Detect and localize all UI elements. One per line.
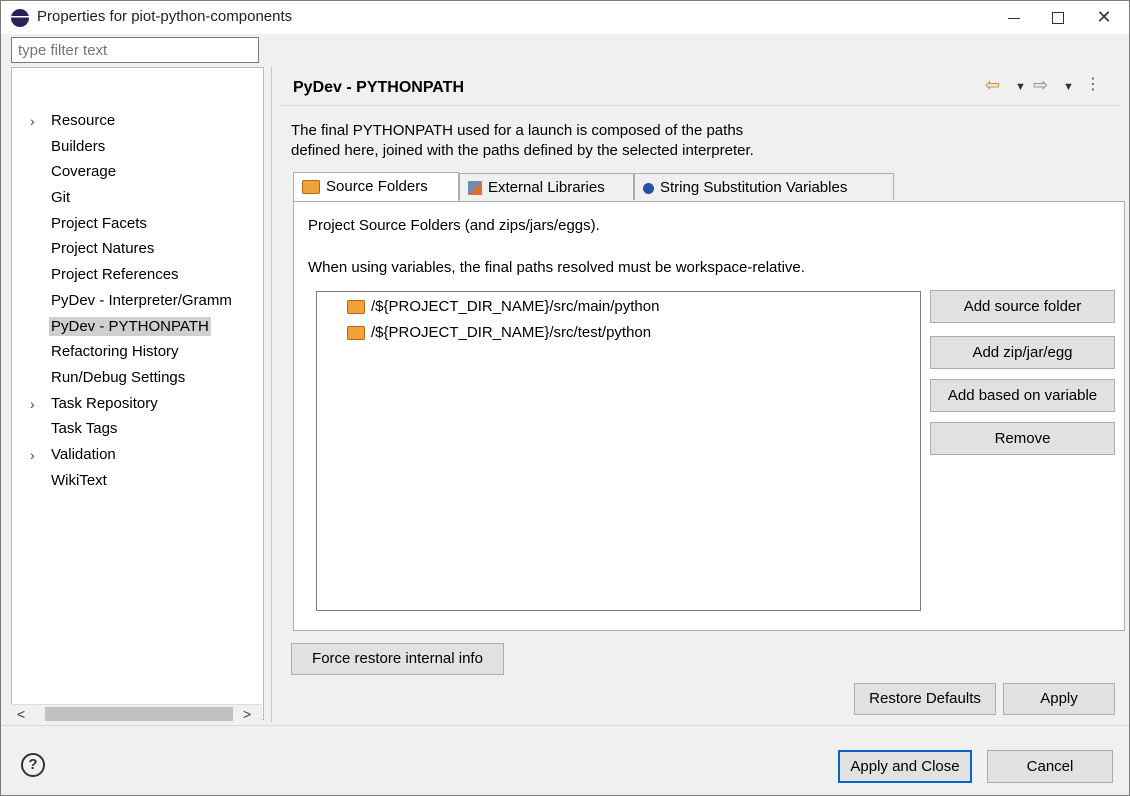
tree-item-label: PyDev - Interpreter/Gramm [51, 291, 232, 309]
tree-horizontal-scrollbar[interactable]: < > [11, 704, 262, 723]
tab-label: Source Folders [326, 178, 428, 195]
tree-item-label: Project References [51, 266, 179, 284]
expand-chevron-icon[interactable]: › [30, 444, 35, 466]
tab-string-substitution-variables[interactable]: String Substitution Variables [634, 173, 894, 200]
title-bar: Properties for piot-python-components ✕ [1, 1, 1129, 34]
tree-item-label: Project Facets [51, 214, 147, 232]
source-folder-path: /${PROJECT_DIR_NAME}/src/main/python [371, 298, 660, 315]
properties-dialog: Properties for piot-python-components ✕ … [0, 0, 1130, 796]
list-item[interactable]: /${PROJECT_DIR_NAME}/src/main/python [347, 296, 659, 318]
tree-item-label: Builders [51, 137, 106, 155]
tree-item-label: Task Repository [51, 394, 158, 412]
header-divider [281, 105, 1121, 106]
tab-label: String Substitution Variables [660, 179, 848, 196]
add-source-folder-button[interactable]: Add source folder [930, 290, 1115, 323]
scroll-right-icon[interactable]: > [243, 705, 251, 723]
tree-item-task-tags[interactable]: Task Tags [12, 418, 263, 444]
window-title: Properties for piot-python-components [37, 8, 293, 25]
close-icon: ✕ [1096, 7, 1112, 27]
force-restore-button[interactable]: Force restore internal info [291, 643, 504, 675]
view-menu-icon[interactable]: ⋮ [1085, 74, 1101, 94]
back-arrow-icon[interactable]: ⇦ [985, 75, 1000, 96]
folder-icon [302, 180, 320, 195]
panel-note: When using variables, the final paths re… [308, 259, 805, 276]
add-zip-jar-egg-button[interactable]: Add zip/jar/egg [930, 336, 1115, 369]
footer-divider [1, 725, 1129, 726]
tree-item-label: WikiText [51, 471, 107, 489]
list-item[interactable]: /${PROJECT_DIR_NAME}/src/test/python [347, 322, 651, 344]
minimize-icon [1008, 18, 1020, 19]
cancel-button[interactable]: Cancel [987, 750, 1113, 783]
close-button[interactable]: ✕ [1081, 1, 1127, 34]
panel-divider[interactable] [271, 67, 272, 722]
restore-defaults-button[interactable]: Restore Defaults [854, 683, 996, 715]
preference-tree: › Resource Builders Coverage Git Project Face… [12, 110, 263, 495]
description-line: defined here, joined with the paths defi… [291, 142, 754, 159]
forward-dropdown-icon[interactable]: ▼ [1063, 81, 1074, 93]
tree-item-validation[interactable]: › Validation [12, 444, 263, 470]
tree-item-run-debug-settings[interactable]: Run/Debug Settings [12, 367, 263, 393]
add-based-on-variable-button[interactable]: Add based on variable [930, 379, 1115, 412]
expand-chevron-icon[interactable]: › [30, 393, 35, 415]
maximize-button[interactable] [1035, 1, 1081, 34]
panel-heading: Project Source Folders (and zips/jars/eg… [308, 217, 600, 234]
tree-item-label: Git [51, 189, 71, 207]
tree-item-label: Resource [51, 112, 116, 129]
page-header: PyDev - PYTHONPATH ⇦ ▼ ⇨ ▼ ⋮ [281, 67, 1121, 103]
tree-item-git[interactable]: Git [12, 187, 263, 213]
page-title: PyDev - PYTHONPATH [293, 79, 464, 96]
eclipse-logo-icon [11, 9, 29, 27]
tree-item-label: Validation [51, 445, 116, 463]
source-folders-panel: Project Source Folders (and zips/jars/eg… [293, 201, 1125, 631]
tree-item-label: Refactoring History [51, 343, 179, 361]
forward-arrow-icon[interactable]: ⇨ [1033, 75, 1048, 96]
expand-chevron-icon[interactable]: › [30, 110, 35, 132]
tree-item-label: Task Tags [51, 420, 118, 438]
description-line: The final PYTHONPATH used for a launch i… [291, 122, 744, 139]
tree-item-label: Coverage [51, 163, 117, 181]
tree-item-label: Project Natures [51, 240, 155, 258]
variable-icon [643, 182, 654, 194]
minimize-button[interactable] [991, 1, 1037, 34]
tree-item-label: Run/Debug Settings [51, 368, 186, 386]
apply-and-close-button[interactable]: Apply and Close [838, 750, 972, 783]
tree-item-project-natures[interactable]: Project Natures [12, 238, 263, 264]
remove-button[interactable]: Remove [930, 422, 1115, 455]
tab-source-folders[interactable]: Source Folders [293, 172, 459, 202]
source-folder-icon [347, 326, 365, 341]
source-folder-list[interactable]: /${PROJECT_DIR_NAME}/src/main/python /${… [316, 291, 921, 611]
apply-button[interactable]: Apply [1003, 683, 1115, 715]
preference-tree-panel: › Resource Builders Coverage Git Project Face… [11, 67, 264, 720]
tree-item-label: PyDev - PYTHONPATH [49, 316, 211, 336]
tab-external-libraries[interactable]: External Libraries [459, 173, 634, 200]
back-dropdown-icon[interactable]: ▼ [1015, 81, 1026, 93]
tree-item-project-facets[interactable]: Project Facets [12, 213, 263, 239]
tree-item-refactoring-history[interactable]: Refactoring History [12, 341, 263, 367]
source-folder-icon [347, 300, 365, 315]
tree-item-builders[interactable]: Builders [12, 136, 263, 162]
tree-item-pydev-interpreter-gramm[interactable]: PyDev - Interpreter/Gramm [12, 290, 263, 316]
tree-item-pydev-pythonpath[interactable]: PyDev - PYTHONPATH [12, 316, 263, 342]
help-icon[interactable]: ? [21, 753, 45, 777]
tab-label: External Libraries [488, 179, 605, 196]
tree-item-task-repository[interactable]: › Task Repository [12, 393, 263, 419]
scroll-left-icon[interactable]: < [17, 705, 25, 723]
library-icon [468, 181, 482, 196]
tree-item-wikitext[interactable]: WikiText [12, 470, 263, 496]
tree-item-project-references[interactable]: Project References [12, 264, 263, 290]
tree-item-coverage[interactable]: Coverage [12, 161, 263, 187]
tree-item-resource[interactable]: › Resource [12, 110, 263, 136]
page-description: The final PYTHONPATH used for a launch i… [291, 121, 1111, 161]
source-folder-path: /${PROJECT_DIR_NAME}/src/test/python [371, 324, 652, 341]
maximize-icon [1052, 12, 1064, 24]
filter-input[interactable] [11, 37, 259, 63]
scroll-thumb[interactable] [45, 707, 233, 721]
